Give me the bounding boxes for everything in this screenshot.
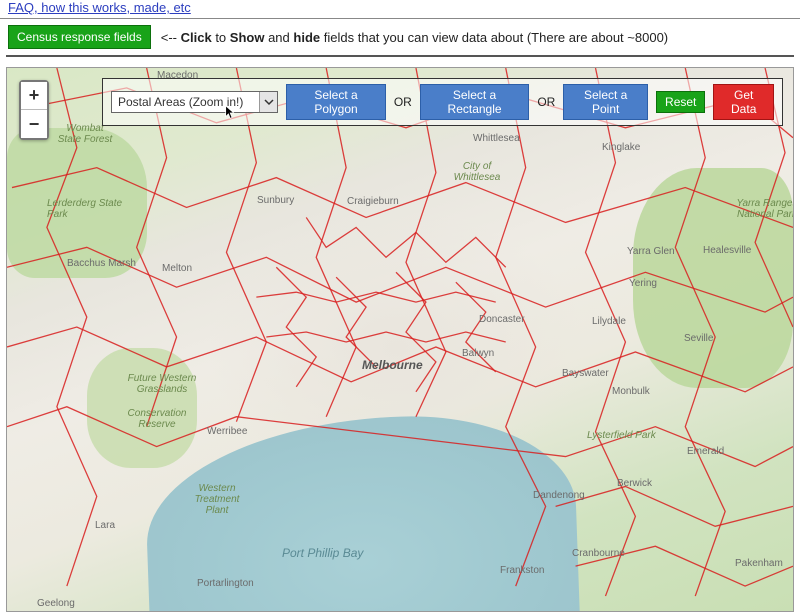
header-hint: <-- Click to Show and hide fields that y…: [161, 30, 668, 45]
hint-show: Show: [230, 30, 265, 45]
hint-hide: hide: [293, 30, 320, 45]
map-toolbar: Postal Areas (Zoom in!) Select a Polygon…: [102, 78, 783, 126]
zoom-out-button[interactable]: −: [21, 110, 47, 138]
arrow-text: <--: [161, 30, 177, 45]
zoom-control: + −: [19, 80, 49, 140]
or-text-1: OR: [394, 95, 412, 109]
get-data-button[interactable]: Get Data: [713, 84, 774, 120]
faq-link[interactable]: FAQ, how this works, made, etc: [0, 0, 199, 15]
zoom-in-button[interactable]: +: [21, 82, 47, 110]
divider-top: [0, 18, 800, 19]
select-polygon-button[interactable]: Select a Polygon: [286, 84, 386, 120]
select-point-button[interactable]: Select a Point: [563, 84, 648, 120]
hint-click: Click: [181, 30, 212, 45]
layer-dropdown-value: Postal Areas (Zoom in!): [112, 95, 259, 109]
postal-boundaries: [7, 68, 793, 611]
or-text-2: OR: [537, 95, 555, 109]
divider-main: [6, 55, 794, 57]
reset-button[interactable]: Reset: [656, 91, 705, 113]
hint-rest: fields that you can view data about (The…: [324, 30, 668, 45]
map-container[interactable]: Macedon Wombat State Forest Lerderderg S…: [6, 67, 794, 612]
hint-and: and: [268, 30, 290, 45]
select-rectangle-button[interactable]: Select a Rectangle: [420, 84, 530, 120]
hint-to: to: [215, 30, 226, 45]
chevron-down-icon: [259, 92, 277, 112]
layer-dropdown[interactable]: Postal Areas (Zoom in!): [111, 91, 278, 113]
census-fields-button[interactable]: Census response fields: [8, 25, 151, 49]
header-bar: Census response fields <-- Click to Show…: [0, 25, 800, 55]
